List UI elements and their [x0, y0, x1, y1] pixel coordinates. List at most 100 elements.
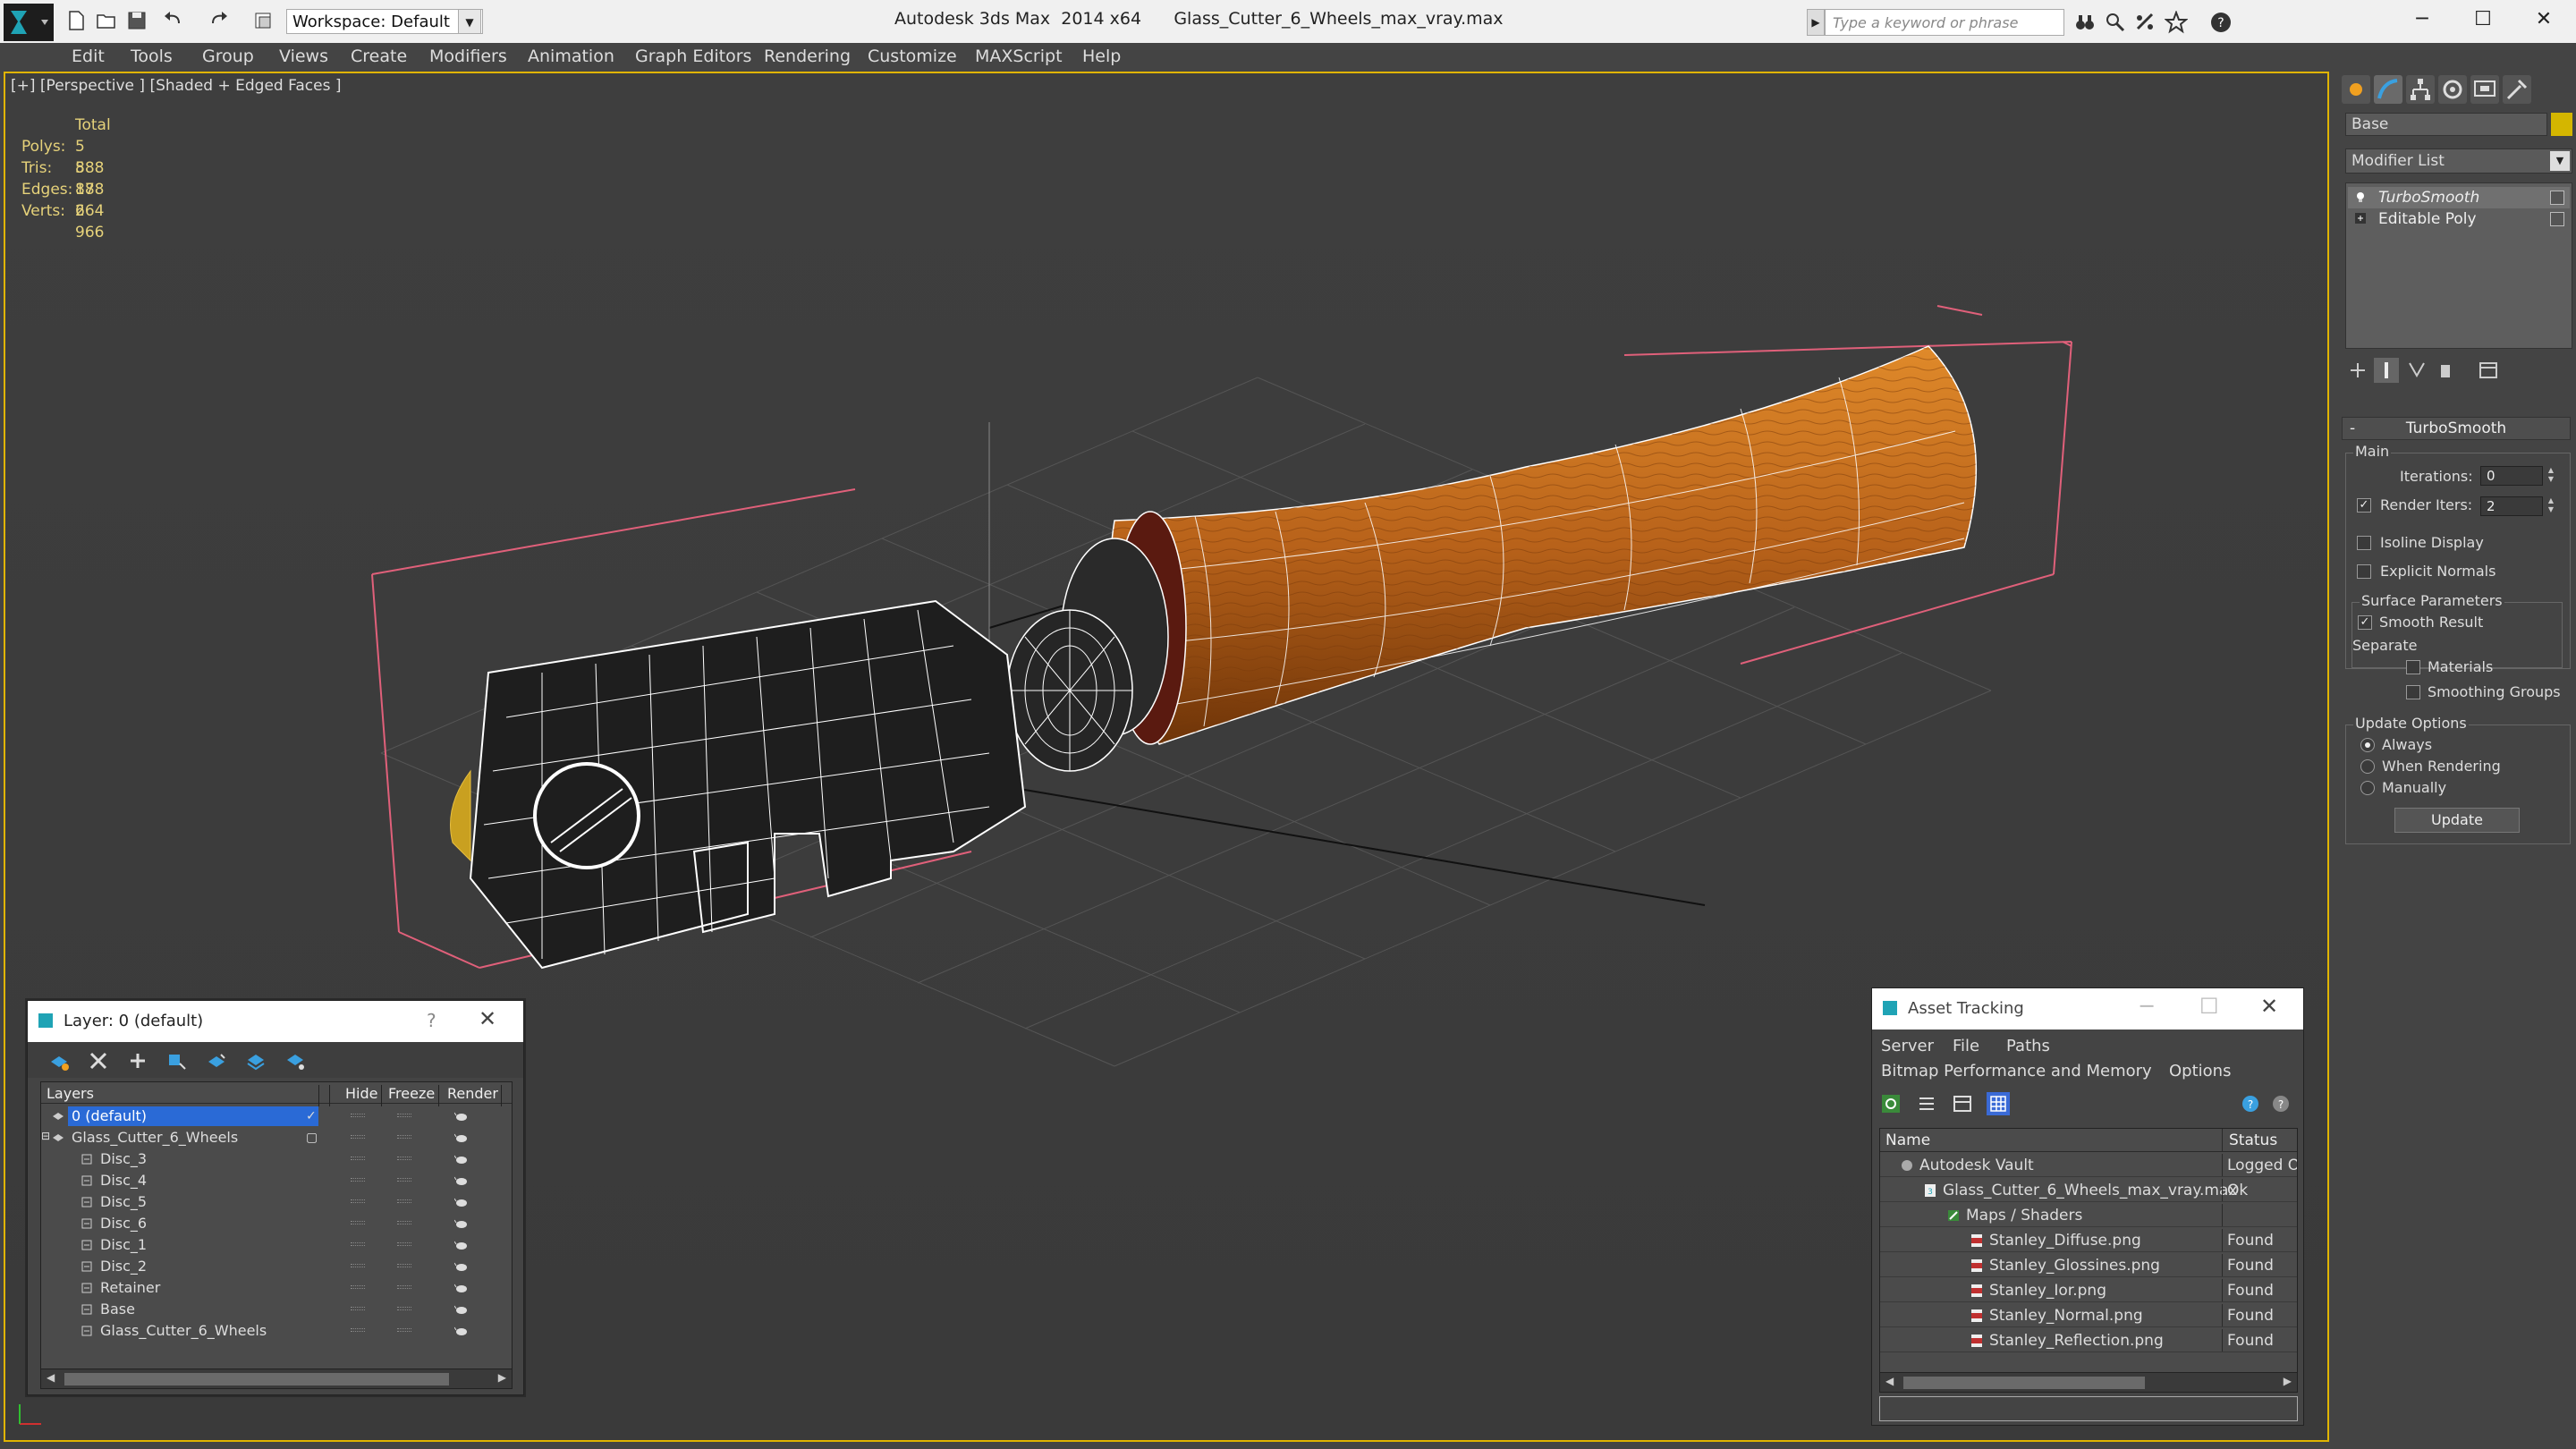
layer-name[interactable]: Glass_Cutter_6_Wheels [97, 1321, 270, 1341]
freeze-toggle[interactable] [397, 1221, 411, 1224]
freeze-toggle[interactable] [397, 1199, 411, 1203]
asset-row[interactable]: Maps / Shaders [1880, 1204, 2297, 1227]
project-folder-icon[interactable] [252, 9, 275, 32]
freeze-toggle[interactable] [397, 1114, 411, 1117]
workspace-dropdown[interactable]: Workspace: Default [286, 9, 483, 34]
hide-toggle[interactable] [351, 1285, 365, 1289]
layer-row[interactable]: Retainer [41, 1277, 512, 1299]
asset-menu-server[interactable]: Server [1881, 1037, 1934, 1055]
asset-dialog-titlebar[interactable]: Asset Tracking ─ ☐ ✕ [1872, 988, 2303, 1030]
menu-graph-editors[interactable]: Graph Editors [635, 47, 751, 66]
asset-path-field[interactable] [1879, 1396, 2298, 1421]
render-iters-checkbox[interactable]: ✓ [2357, 498, 2371, 513]
undo-icon[interactable] [161, 9, 184, 32]
asset-menu-paths[interactable]: Paths [2006, 1037, 2050, 1055]
layer-name[interactable]: Disc_1 [97, 1235, 150, 1255]
col-name[interactable]: Name [1885, 1131, 1930, 1149]
layer-row[interactable]: Disc_1 [41, 1234, 512, 1256]
layer-row[interactable]: Base [41, 1299, 512, 1320]
redo-icon[interactable] [208, 9, 231, 32]
scroll-left-icon[interactable]: ◀ [47, 1371, 55, 1384]
freeze-toggle[interactable] [397, 1285, 411, 1289]
render-teapot-icon[interactable] [454, 1131, 469, 1144]
lightbulb-icon[interactable] [2355, 191, 2366, 202]
expand-plus-icon[interactable] [2355, 213, 2366, 224]
layer-name[interactable]: 0 (default) [68, 1106, 318, 1126]
add-to-layer-icon[interactable] [126, 1049, 149, 1072]
render-teapot-icon[interactable] [454, 1217, 469, 1230]
refresh-icon[interactable] [1879, 1092, 1902, 1115]
freeze-toggle[interactable] [397, 1135, 411, 1139]
freeze-toggle[interactable] [397, 1242, 411, 1246]
layer-name[interactable]: Disc_3 [97, 1149, 150, 1169]
utilities-tab-icon[interactable] [2503, 75, 2531, 104]
render-teapot-icon[interactable] [454, 1196, 469, 1208]
layer-horizontal-scrollbar[interactable]: ◀ ▶ [41, 1368, 512, 1388]
render-teapot-icon[interactable] [454, 1303, 469, 1316]
asset-close-button[interactable]: ✕ [2260, 994, 2278, 1019]
stack-item-editable-poly[interactable]: Editable Poly [2348, 208, 2570, 230]
render-teapot-icon[interactable] [454, 1153, 469, 1165]
layer-dialog-close-button[interactable]: ✕ [479, 1006, 496, 1031]
scroll-thumb[interactable] [64, 1373, 449, 1385]
hide-toggle[interactable] [351, 1307, 365, 1310]
render-teapot-icon[interactable] [454, 1110, 469, 1123]
highlight-layer-icon[interactable] [205, 1049, 228, 1072]
layer-name[interactable]: Base [97, 1300, 139, 1319]
stack-item-turbosmooth[interactable]: TurboSmooth [2348, 187, 2570, 208]
asset-row[interactable]: Autodesk Vault Logged O [1880, 1154, 2297, 1177]
asset-row[interactable]: Stanley_Normal.png Found [1880, 1304, 2297, 1327]
freeze-toggle[interactable] [397, 1307, 411, 1310]
search-input[interactable]: Type a keyword or phrase [1825, 9, 2064, 36]
menu-group[interactable]: Group [202, 47, 254, 66]
freeze-toggle[interactable] [397, 1328, 411, 1332]
layer-name[interactable]: Retainer [97, 1278, 164, 1298]
layer-name[interactable]: Disc_2 [97, 1257, 150, 1276]
app-menu-button[interactable] [4, 4, 54, 41]
isoline-display-checkbox[interactable] [2357, 536, 2371, 550]
menu-help[interactable]: Help [1082, 47, 1121, 66]
asset-row[interactable]: Stanley_Glossines.png Found [1880, 1254, 2297, 1277]
help-icon[interactable]: ? [2239, 1092, 2262, 1115]
make-unique-icon[interactable] [2404, 358, 2429, 383]
hide-toggle[interactable] [351, 1114, 365, 1117]
always-radio[interactable] [2360, 738, 2375, 752]
scroll-left-icon[interactable]: ◀ [1885, 1375, 1894, 1387]
menu-customize[interactable]: Customize [868, 47, 957, 66]
show-end-result-icon[interactable] [2374, 358, 2399, 383]
menu-views[interactable]: Views [279, 47, 328, 66]
layer-row[interactable]: ⊟ Glass_Cutter_6_Wheels ▢ [41, 1127, 512, 1148]
modify-tab-icon[interactable] [2374, 75, 2402, 104]
asset-minimize-button[interactable]: ─ [2140, 994, 2153, 1019]
hide-toggle[interactable] [351, 1328, 365, 1332]
menu-modifiers[interactable]: Modifiers [429, 47, 507, 66]
when-rendering-radio[interactable] [2360, 759, 2375, 774]
layer-row[interactable]: Glass_Cutter_6_Wheels [41, 1320, 512, 1342]
set-current-layer-icon[interactable]: ▢ [306, 1131, 318, 1145]
layer-name[interactable]: Glass_Cutter_6_Wheels [68, 1128, 242, 1148]
layer-row[interactable]: Disc_4 [41, 1170, 512, 1191]
scroll-right-icon[interactable]: ▶ [498, 1371, 506, 1384]
asset-menu-file[interactable]: File [1953, 1037, 1979, 1055]
tooltip-help-icon[interactable]: ? [2269, 1092, 2292, 1115]
menu-maxscript[interactable]: MAXScript [975, 47, 1063, 66]
layer-name[interactable]: Disc_6 [97, 1214, 150, 1233]
freeze-toggle[interactable] [397, 1157, 411, 1160]
pin-stack-icon[interactable] [2345, 358, 2370, 383]
render-teapot-icon[interactable] [454, 1174, 469, 1187]
asset-row[interactable]: Stanley_Diffuse.png Found [1880, 1229, 2297, 1252]
stack-item-checkbox[interactable] [2550, 191, 2564, 205]
layer-row[interactable]: Disc_5 [41, 1191, 512, 1213]
freeze-toggle[interactable] [397, 1264, 411, 1267]
grid-view-icon[interactable] [1987, 1092, 2010, 1115]
col-freeze[interactable]: Freeze [388, 1085, 435, 1102]
search-expand-button[interactable]: ▶ [1807, 9, 1825, 36]
menu-animation[interactable]: Animation [528, 47, 614, 66]
save-file-icon[interactable] [125, 9, 148, 32]
layer-dialog-help-button[interactable]: ? [427, 1010, 436, 1031]
chevron-down-icon[interactable]: ▼ [2550, 151, 2570, 171]
explicit-normals-checkbox[interactable] [2357, 564, 2371, 579]
subscription-icon[interactable] [2104, 11, 2127, 34]
asset-row[interactable]: 3 Glass_Cutter_6_Wheels_max_vray.max Ok [1880, 1179, 2297, 1202]
motion-tab-icon[interactable] [2438, 75, 2467, 104]
